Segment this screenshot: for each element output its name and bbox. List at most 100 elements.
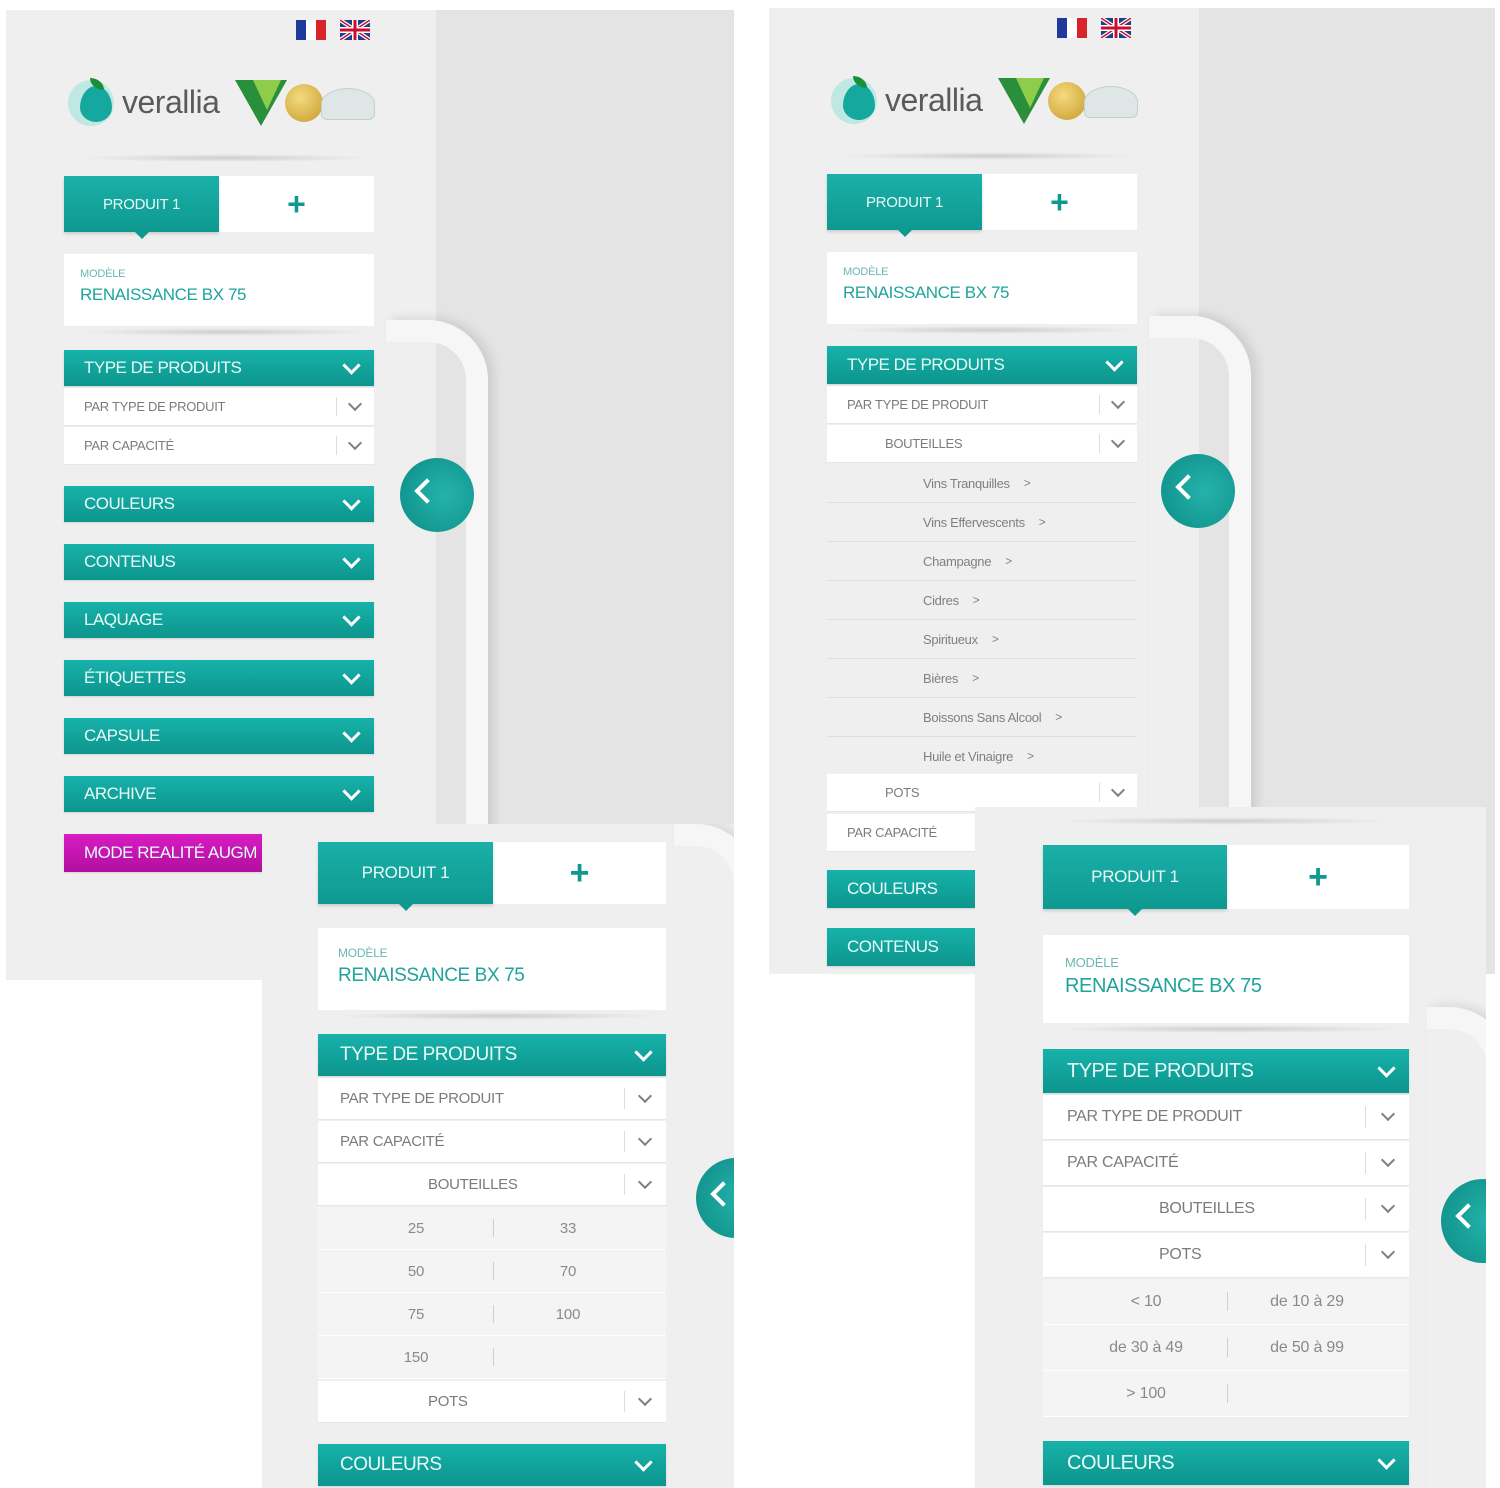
tab-produit-1[interactable]: PRODUIT 1	[64, 176, 219, 239]
separator	[1365, 1152, 1366, 1174]
add-product-button[interactable]: +	[219, 176, 374, 232]
logo-text: verallia	[885, 81, 983, 118]
par-type-de-produit-row[interactable]: PAR TYPE DE PRODUIT	[827, 386, 1137, 424]
contenus-label: CONTENUS	[84, 552, 176, 571]
product-type-link[interactable]: Huile et Vinaigre >	[827, 737, 1137, 776]
par-type-de-produit-row[interactable]: PAR TYPE DE PRODUIT	[318, 1078, 666, 1120]
par-capacite-row[interactable]: PAR CAPACITÉ	[64, 427, 374, 465]
couleurs-bar[interactable]: COULEURS	[318, 1444, 666, 1486]
chevron-down-icon	[347, 396, 363, 412]
capsule-label: CAPSULE	[84, 726, 160, 745]
language-switcher	[1057, 18, 1131, 38]
capacity-option[interactable]: de 50 à 99	[1227, 1325, 1387, 1370]
product-type-label: Boissons Sans Alcool	[923, 709, 1042, 725]
divider	[1055, 817, 1395, 825]
capacity-option[interactable]: < 10	[1043, 1279, 1249, 1324]
par-type-de-produit-row[interactable]: PAR TYPE DE PRODUIT	[1043, 1095, 1409, 1140]
bouteilles-row[interactable]: BOUTEILLES	[318, 1164, 666, 1206]
tab-produit-1[interactable]: PRODUIT 1	[1043, 845, 1227, 916]
bouteilles-label: BOUTEILLES	[1159, 1200, 1255, 1217]
separator	[493, 1348, 494, 1366]
capacity-option[interactable]: 75	[318, 1293, 514, 1335]
product-type-link[interactable]: Cidres >	[827, 581, 1137, 620]
add-product-button[interactable]: +	[982, 174, 1137, 230]
par-capacite-row[interactable]: PAR CAPACITÉ	[318, 1121, 666, 1163]
product-type-link[interactable]: Champagne >	[827, 542, 1137, 581]
capacity-option[interactable]: 100	[493, 1293, 643, 1335]
type-de-produits-bar[interactable]: TYPE DE PRODUITS	[318, 1034, 666, 1076]
type-de-produits-bar[interactable]: TYPE DE PRODUITS	[1043, 1049, 1409, 1093]
logo-text: verallia	[122, 83, 220, 120]
laquage-bar[interactable]: LAQUAGE	[64, 602, 374, 638]
uk-flag-icon[interactable]	[340, 20, 370, 40]
chevron-down-icon	[1105, 352, 1124, 372]
chevron-right-icon: >	[1055, 710, 1063, 724]
product-type-label: Cidres	[923, 592, 959, 608]
uk-flag-icon[interactable]	[1101, 18, 1131, 38]
chevron-down-icon	[342, 665, 361, 685]
divider	[76, 154, 376, 162]
capacity-option[interactable]: de 10 à 29	[1227, 1279, 1387, 1324]
couleurs-label: COULEURS	[847, 879, 938, 898]
capacity-option[interactable]: 70	[493, 1250, 643, 1292]
bouteilles-row[interactable]: BOUTEILLES	[1043, 1187, 1409, 1232]
capacity-row: 150	[318, 1336, 666, 1379]
modele-card: MODÈLE RENAISSANCE BX 75	[64, 254, 374, 326]
pots-row[interactable]: POTS	[1043, 1233, 1409, 1278]
tab-produit-1[interactable]: PRODUIT 1	[827, 174, 982, 237]
chevron-down-icon	[637, 1391, 653, 1407]
product-type-link[interactable]: Vins Effervescents >	[827, 503, 1137, 542]
capacity-option[interactable]: de 30 à 49	[1043, 1325, 1249, 1370]
chevron-left-icon	[414, 478, 440, 504]
etiquettes-bar[interactable]: ÉTIQUETTES	[64, 660, 374, 696]
capacity-option[interactable]: 50	[318, 1250, 514, 1292]
add-product-button[interactable]: +	[493, 842, 666, 904]
tab-produit-1[interactable]: PRODUIT 1	[318, 842, 493, 911]
type-de-produits-bar[interactable]: TYPE DE PRODUITS	[64, 350, 374, 386]
couleurs-bar[interactable]: COULEURS	[64, 486, 374, 522]
archive-bar[interactable]: ARCHIVE	[64, 776, 374, 812]
separator	[624, 1391, 625, 1412]
product-tabs: PRODUIT 1 +	[64, 176, 374, 239]
separator	[1099, 783, 1100, 802]
par-capacite-row[interactable]: PAR CAPACITÉ	[1043, 1141, 1409, 1186]
par-capacite-label: PAR CAPACITÉ	[340, 1133, 445, 1150]
product-type-link[interactable]: Spiritueux >	[827, 620, 1137, 659]
capsule-bar[interactable]: CAPSULE	[64, 718, 374, 754]
product-type-link[interactable]: Vins Tranquilles >	[827, 464, 1137, 503]
pots-row[interactable]: POTS	[318, 1381, 666, 1423]
contenus-bar[interactable]: CONTENUS	[64, 544, 374, 580]
product-type-link[interactable]: Boissons Sans Alcool >	[827, 698, 1137, 737]
add-product-button[interactable]: +	[1227, 845, 1409, 909]
verallia-logo-icon	[68, 76, 120, 128]
chevron-down-icon	[1110, 433, 1126, 449]
french-flag-icon[interactable]	[1057, 18, 1087, 38]
collapse-panel-button[interactable]	[400, 458, 474, 532]
capacity-option[interactable]: 25	[318, 1207, 514, 1249]
separator	[624, 1131, 625, 1152]
modele-card: MODÈLE RENAISSANCE BX 75	[318, 928, 666, 1010]
separator	[624, 1174, 625, 1195]
par-capacite-label: PAR CAPACITÉ	[84, 438, 174, 453]
collapse-panel-button[interactable]	[1161, 454, 1235, 528]
bouteilles-label: BOUTEILLES	[428, 1176, 518, 1193]
french-flag-icon[interactable]	[296, 20, 326, 40]
pots-label: POTS	[885, 785, 920, 800]
couleurs-bar[interactable]: COULEURS	[1043, 1441, 1409, 1485]
type-de-produits-bar[interactable]: TYPE DE PRODUITS	[827, 346, 1137, 384]
pots-label: POTS	[428, 1393, 468, 1410]
separator	[1365, 1198, 1366, 1220]
chevron-down-icon	[634, 1452, 653, 1472]
capacity-option[interactable]: 33	[493, 1207, 643, 1249]
par-type-de-produit-row[interactable]: PAR TYPE DE PRODUIT	[64, 388, 374, 426]
chevron-left-icon	[710, 1181, 734, 1207]
bouteilles-row[interactable]: BOUTEILLES	[827, 425, 1137, 463]
capacity-option[interactable]: > 100	[1043, 1371, 1249, 1416]
type-de-produits-label: TYPE DE PRODUITS	[1067, 1059, 1254, 1082]
chevron-right-icon: >	[1038, 515, 1046, 529]
capacity-option[interactable]: 150	[318, 1336, 514, 1378]
capacity-row: 75 100	[318, 1293, 666, 1336]
separator	[336, 397, 337, 416]
modele-card: MODÈLE RENAISSANCE BX 75	[1043, 935, 1409, 1023]
product-type-link[interactable]: Bières >	[827, 659, 1137, 698]
